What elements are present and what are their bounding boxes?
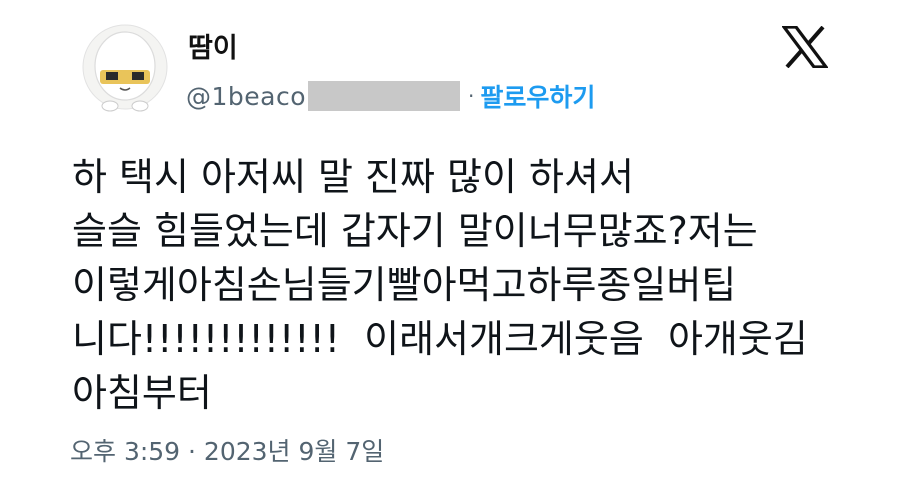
tweet-line: 하 택시 아저씨 말 진짜 많이 하셔서 xyxy=(72,155,634,199)
separator-dot: · xyxy=(468,84,475,108)
display-name[interactable]: 땀이 xyxy=(188,26,238,65)
follow-button[interactable]: 팔로우하기 xyxy=(480,78,595,114)
redaction-block xyxy=(308,81,461,111)
tweet-line: 니다!!!!!!!!!!!!! 이래서개크게웃음 아개웃김 xyxy=(72,317,808,361)
user-handle[interactable]: @1beaco xyxy=(186,82,306,111)
avatar[interactable] xyxy=(80,22,170,118)
tweet-timestamp[interactable]: 오후 3:59 · 2023년 9월 7일 xyxy=(70,432,384,468)
tweet-text: 하 택시 아저씨 말 진짜 많이 하셔서 슬슬 힘들었는데 갑자기 말이너무많죠… xyxy=(72,150,872,420)
tweet-line: 아침부터 xyxy=(72,371,212,415)
x-logo-icon[interactable] xyxy=(780,25,830,69)
tweet-line: 이렇게아침손님들기빨아먹고하루종일버팁 xyxy=(72,263,737,307)
tweet-line: 슬슬 힘들었는데 갑자기 말이너무많죠?저는 xyxy=(72,209,758,253)
handle-row: @1beaco · 팔로우하기 xyxy=(186,78,595,114)
